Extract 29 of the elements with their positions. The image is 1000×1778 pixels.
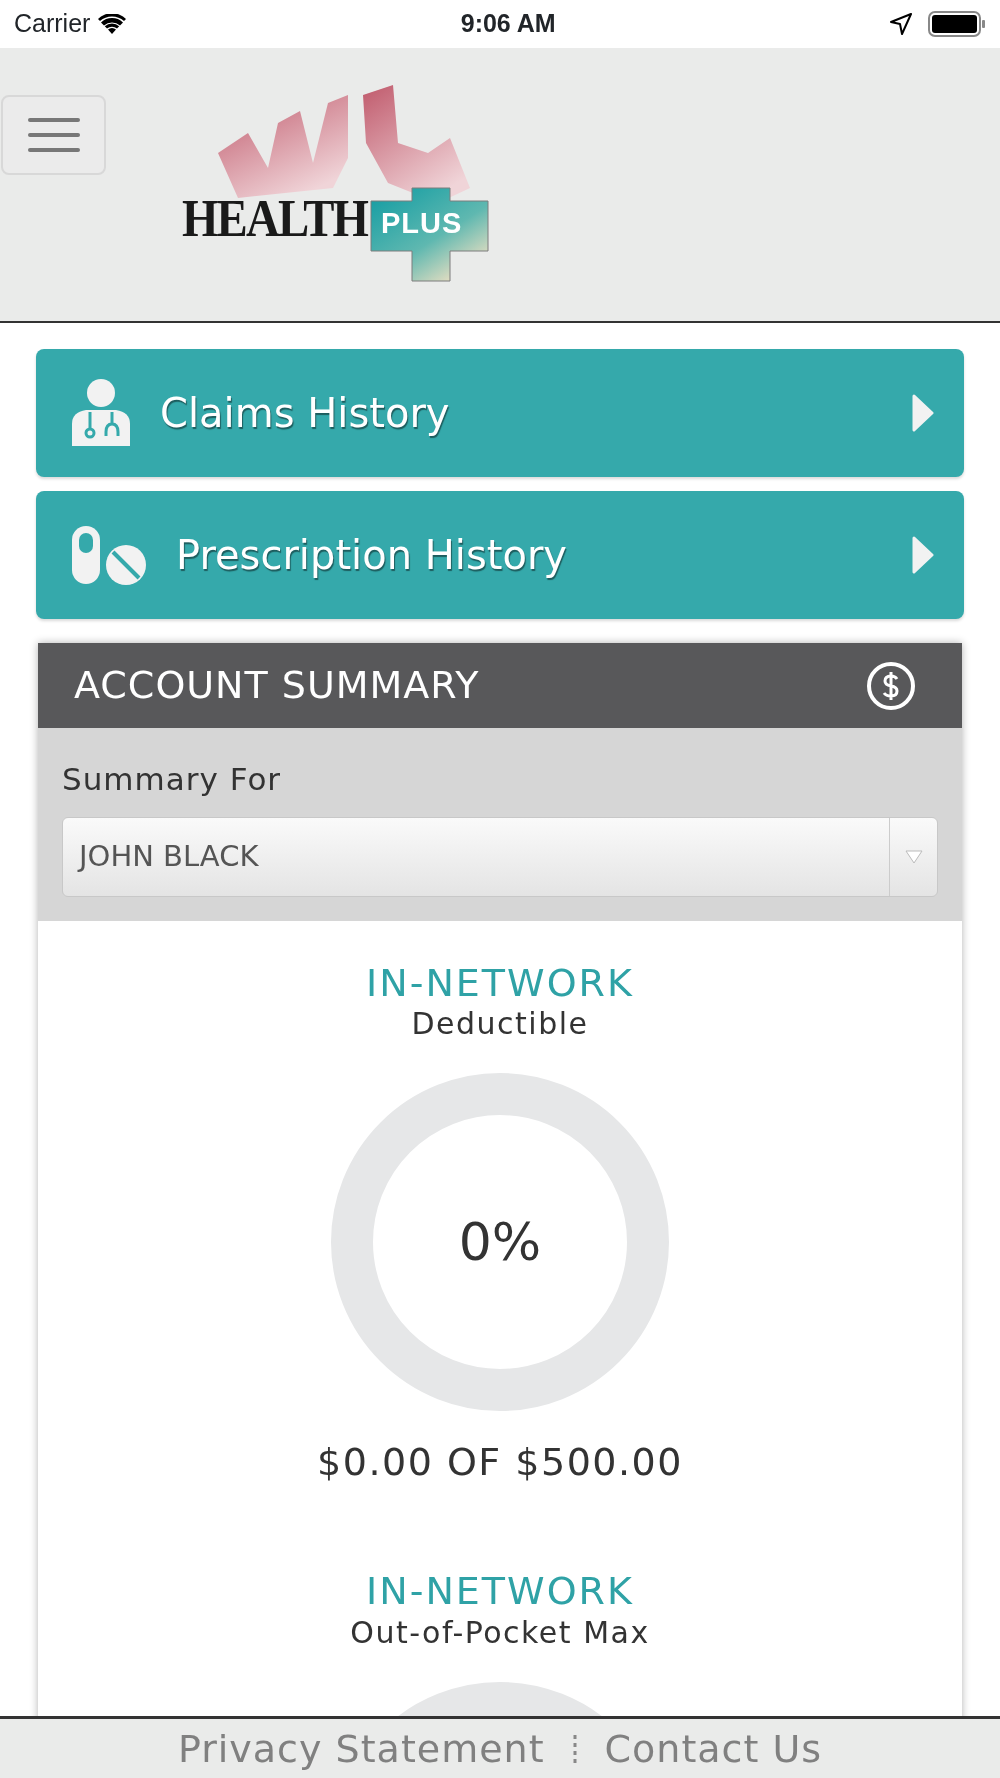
location-arrow-icon [890, 13, 912, 35]
nav-button[interactable]: Prescription History [36, 491, 964, 619]
footer-link[interactable]: Contact Us [604, 1729, 823, 1768]
logo-badge-text: PLUS [381, 209, 463, 238]
nav-button[interactable]: Claims History [36, 349, 964, 477]
meter-label: Deductible [411, 1006, 589, 1043]
carrier-name: Carrier [14, 8, 91, 40]
dropdown-caret-icon [904, 849, 923, 864]
doctor-icon [70, 378, 132, 448]
footer-link[interactable]: Privacy Statement [177, 1729, 545, 1768]
menu-icon [27, 118, 80, 152]
meter-label: Out-of-Pocket Max [350, 1614, 650, 1651]
clock-time: 9:06 AM [460, 8, 556, 40]
dotted-separator [572, 1734, 577, 1763]
battery-icon [928, 11, 986, 37]
field-label: Summary For [62, 760, 283, 799]
percent-value: 0% [458, 1216, 542, 1269]
amount-text: $0.00 OF $500.00 [317, 1439, 683, 1487]
chevron-right-icon [912, 536, 934, 574]
pills-icon [70, 524, 148, 586]
wifi-icon [98, 14, 127, 34]
meter-category: IN-NETWORK [366, 960, 634, 1007]
member-select[interactable]: JOHN BLACK [62, 816, 938, 897]
card-title: ACCOUNT SUMMARY [74, 662, 480, 709]
chevron-right-icon [912, 394, 934, 432]
logo-text: HEALTH [182, 193, 368, 245]
menu-button[interactable] [1, 95, 106, 175]
dollar-icon [866, 660, 916, 711]
meter-category: IN-NETWORK [366, 1569, 634, 1615]
